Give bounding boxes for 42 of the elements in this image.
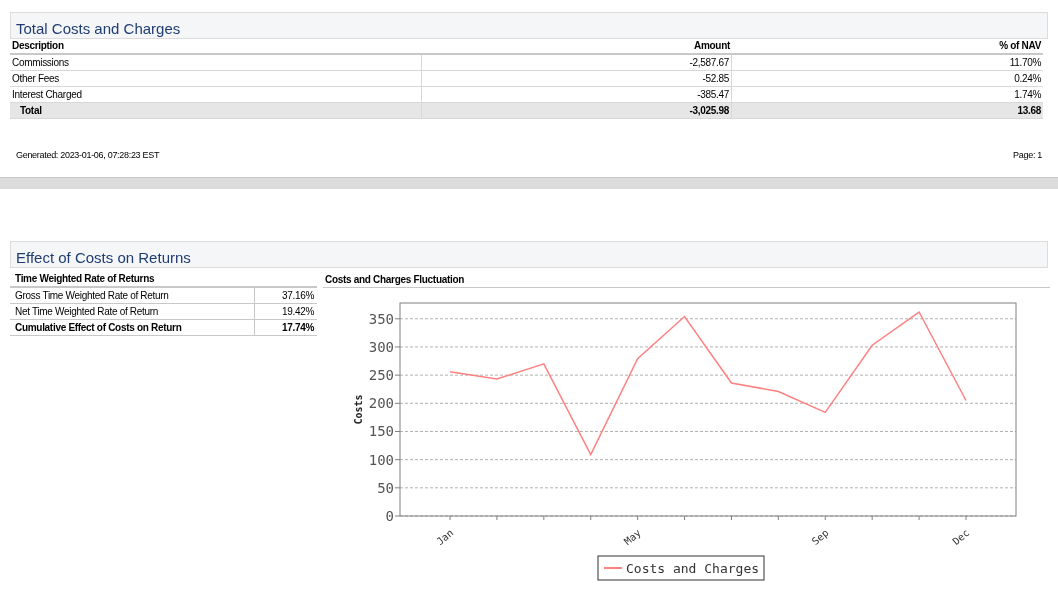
table-cell: Net Time Weighted Rate of Return	[10, 303, 255, 319]
y-tick-label: 0	[385, 507, 394, 524]
x-tick-label: Dec	[950, 526, 972, 547]
table-cell-text: 37.16%	[280, 288, 315, 303]
table-cell: Cumulative Effect of Costs on Return	[10, 319, 255, 335]
y-tick-label: 200	[368, 394, 394, 411]
column-header: Amount	[693, 39, 732, 53]
table-cell: -385.47	[422, 87, 732, 102]
table-cell-text: 0.24%	[1013, 72, 1042, 86]
table-cell-text: 17.74%	[280, 320, 315, 335]
table-cell-text: 19.42%	[280, 304, 315, 319]
generated-timestamp: Generated: 2023-01-06, 07:28:23 EST	[16, 149, 160, 162]
section-title: Effect of Costs on Returns	[16, 249, 191, 265]
y-axis-label: Costs	[353, 393, 364, 425]
table-cell: Gross Time Weighted Rate of Return	[10, 287, 255, 303]
legend: Costs and Charges	[597, 555, 765, 580]
table-cell: Interest Charged	[10, 87, 422, 102]
legend-label: Costs and Charges	[626, 560, 760, 576]
table-cell: -2,587.67	[422, 55, 732, 70]
column-header: Description	[11, 39, 65, 53]
y-tick-label: 50	[377, 479, 394, 496]
table-cell-text: 11.70%	[1008, 56, 1042, 70]
table-cell: Other Fees	[10, 71, 422, 86]
y-tick-label: 150	[368, 423, 394, 439]
y-tick-label: 250	[368, 366, 394, 383]
chart-title: Costs and Charges Fluctuation	[325, 272, 465, 287]
y-tick-label: 100	[368, 451, 394, 468]
y-tick-label: 300	[368, 338, 394, 355]
x-tick-label: May	[622, 526, 643, 547]
x-tick-label: Sep	[809, 526, 831, 547]
y-tick-label: 350	[368, 310, 394, 327]
table-cell: Commissions	[10, 55, 422, 70]
table-cell-text: 13.68	[1016, 104, 1042, 118]
table-cell: -52.85	[422, 71, 732, 86]
table-cell: -3,025.98	[422, 103, 732, 118]
table-cell: Total	[10, 103, 422, 118]
section-title: Total Costs and Charges	[16, 21, 181, 36]
page-number: Page: 1	[1013, 149, 1042, 162]
x-tick-label: Jan	[434, 526, 456, 547]
table-cell-text: 1.74%	[1013, 88, 1042, 102]
table-title: Time Weighted Rate of Returns	[15, 271, 155, 286]
column-header: % of NAV	[998, 39, 1043, 53]
